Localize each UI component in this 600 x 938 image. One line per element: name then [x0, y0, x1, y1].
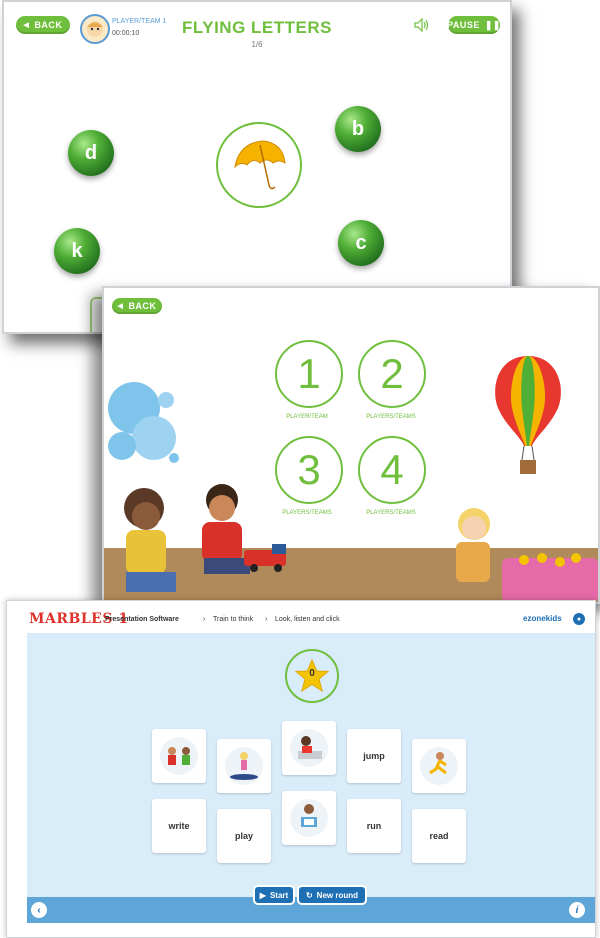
picture-card[interactable]: [412, 739, 466, 793]
pause-button[interactable]: PAUSE ❚❚: [447, 16, 501, 34]
word-card-label: read: [429, 831, 449, 841]
letter-marble[interactable]: k: [54, 228, 100, 274]
word-card[interactable]: play: [217, 809, 271, 863]
flying-letters-window: ◀ BACK PLAYER/TEAM 1 00:00:10 FLYING LET…: [2, 0, 512, 334]
word-card-label: jump: [363, 751, 385, 761]
word-card[interactable]: jump: [347, 729, 401, 783]
brand-logo: ezonekids: [523, 614, 562, 623]
girl-with-ducks-illustration: [456, 508, 598, 602]
hot-air-balloon-illustration: [495, 356, 561, 474]
player-count-label: PLAYERS/TEAMS: [366, 510, 416, 516]
word-card[interactable]: read: [412, 809, 466, 863]
info-icon[interactable]: i: [569, 902, 585, 918]
page-title: FLYING LETTERS: [182, 18, 332, 37]
speaker-icon[interactable]: [414, 17, 430, 35]
player-select-window: ◀ BACK 1 PLAYER/TEAM 2 PLAYERS/TEAMS 3 P…: [102, 286, 600, 604]
breadcrumb-item[interactable]: Train to think: [213, 616, 253, 623]
letter-marble[interactable]: b: [335, 106, 381, 152]
score-value: 0: [309, 668, 315, 679]
trampoline-icon: [225, 747, 263, 785]
picture-card[interactable]: [217, 739, 271, 793]
player-count-3-button[interactable]: 3: [275, 436, 343, 504]
picture-card[interactable]: [152, 729, 206, 783]
picture-card[interactable]: [282, 791, 336, 845]
refresh-icon: ↻: [305, 890, 313, 900]
player-count-label: PLAYER/TEAM: [286, 414, 328, 420]
child-reading-icon: [290, 799, 328, 837]
pause-icon: ❚❚: [484, 19, 501, 30]
letter-marble[interactable]: c: [338, 220, 384, 266]
word-card[interactable]: write: [152, 799, 206, 853]
player-count-1-button[interactable]: 1: [275, 340, 343, 408]
user-icon[interactable]: ●: [573, 613, 585, 625]
back-label: BACK: [128, 301, 157, 311]
word-card[interactable]: run: [347, 799, 401, 853]
score-badge: 0: [285, 649, 339, 703]
player-count-4-button[interactable]: 4: [358, 436, 426, 504]
player-count-label: PLAYERS/TEAMS: [366, 414, 416, 420]
child-running-icon: [420, 747, 458, 785]
chevron-right-icon: ›: [203, 616, 206, 623]
pause-label: PAUSE: [447, 20, 480, 30]
new-round-button[interactable]: ↻ New round: [299, 887, 365, 903]
word-card-label: write: [168, 821, 190, 831]
back-button[interactable]: ◀ BACK: [112, 298, 162, 314]
breadcrumb-item: Look, listen and click: [275, 616, 340, 623]
word-card-label: run: [366, 821, 382, 831]
player-count-label: PLAYERS/TEAMS: [282, 510, 332, 516]
picture-card[interactable]: [282, 721, 336, 775]
target-picture: [216, 122, 302, 208]
player-count-2-button[interactable]: 2: [358, 340, 426, 408]
letter-marble[interactable]: d: [68, 130, 114, 176]
play-icon: ▶: [259, 890, 266, 900]
progress-counter: 1/6: [251, 40, 263, 49]
umbrella-icon: [234, 140, 286, 190]
start-button[interactable]: ▶ Start: [255, 887, 293, 903]
kids-playing-icon: [160, 737, 198, 775]
chevron-right-icon: ›: [265, 616, 268, 623]
child-writing-icon: [290, 729, 328, 767]
children-illustration: [124, 484, 286, 592]
marbles-presentation-window: MARBLES 1 Presentation Software › Train …: [6, 600, 596, 938]
breadcrumb-item[interactable]: Presentation Software: [105, 616, 179, 623]
word-card-label: play: [234, 831, 253, 841]
back-arrow-icon: ◀: [117, 303, 124, 310]
back-chevron-icon[interactable]: ‹: [31, 902, 47, 918]
